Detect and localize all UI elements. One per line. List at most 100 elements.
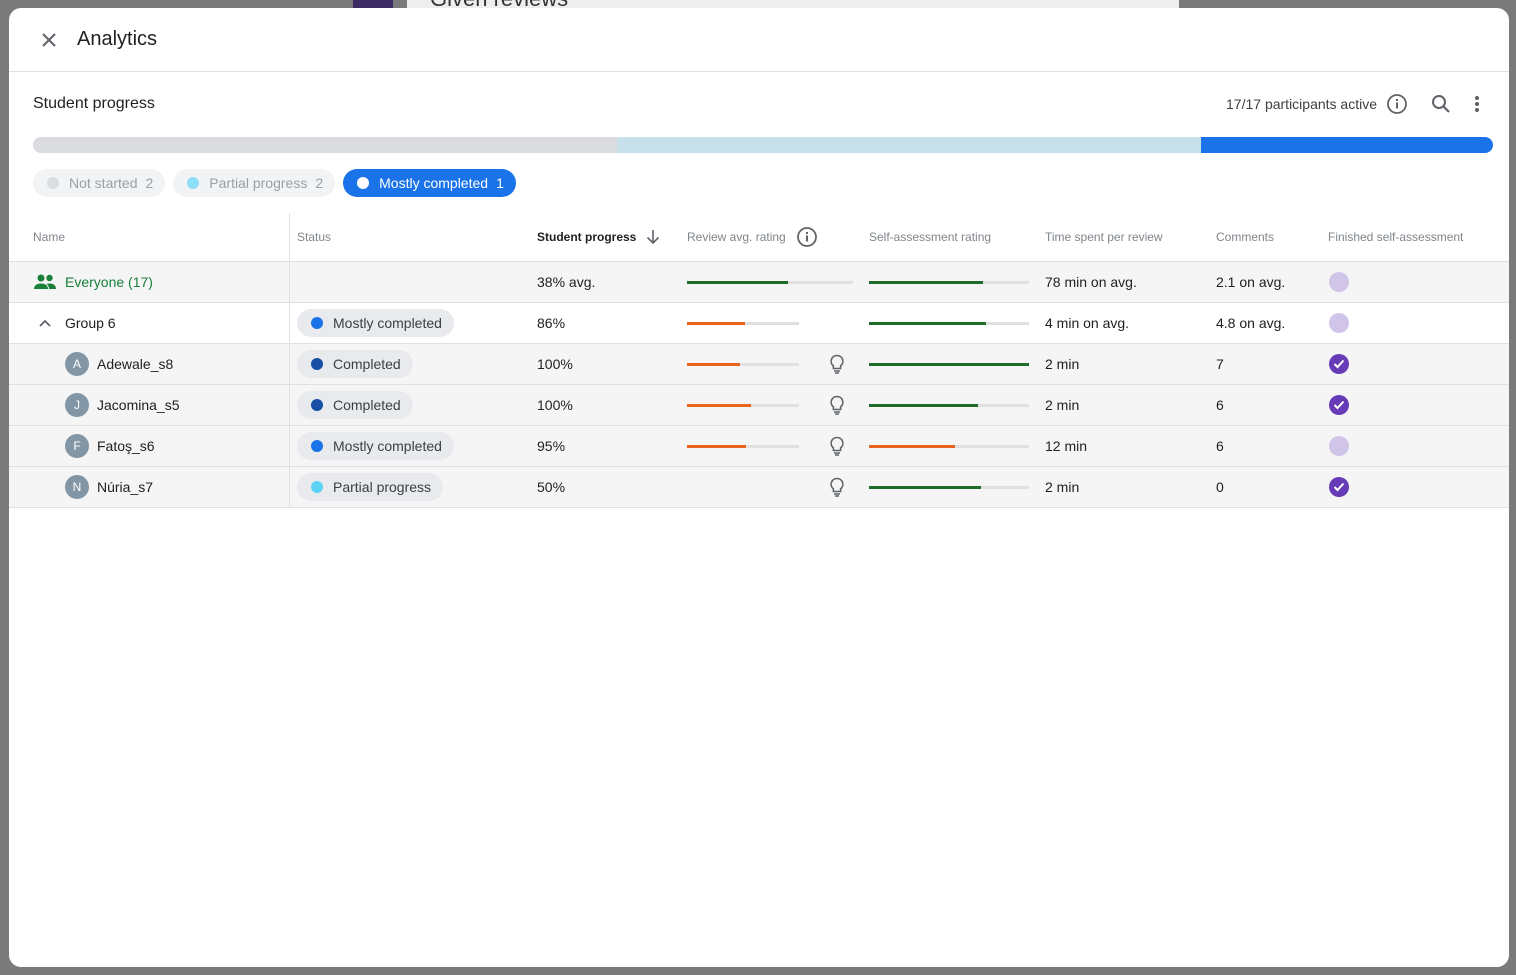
status-cell: Completed xyxy=(297,344,413,384)
status-cell: Partial progress xyxy=(297,467,444,507)
column-header-student-progress[interactable]: Student progress xyxy=(537,213,660,261)
status-dot xyxy=(47,177,59,189)
column-header-time-spent[interactable]: Time spent per review xyxy=(1045,213,1163,261)
student-progress-cell: 38% avg. xyxy=(537,274,596,290)
finished-cell xyxy=(1329,262,1349,302)
name-cell: A Adewale_s8 xyxy=(65,344,173,384)
lightbulb-icon[interactable] xyxy=(829,354,845,374)
progress-segment xyxy=(33,137,617,153)
student-name[interactable]: Adewale_s8 xyxy=(97,356,173,372)
review-rating-fill xyxy=(687,403,751,407)
table-row-group[interactable]: Group 6 Mostly completed 86% 4 min on av… xyxy=(9,303,1509,344)
lightbulb-icon[interactable] xyxy=(829,395,845,415)
name-cell: Everyone (17) xyxy=(33,262,153,302)
arrow-down-icon xyxy=(647,230,660,245)
self-rating-bar xyxy=(869,403,1029,407)
table-row-everyone[interactable]: Everyone (17) 38% avg. 78 min on avg. 2.… xyxy=(9,262,1509,303)
table-row-student[interactable]: J Jacomina_s5 Completed 100% 2 min 6 xyxy=(9,385,1509,426)
review-rating-bar xyxy=(687,444,799,448)
review-rating-cell xyxy=(687,262,853,302)
student-progress-cell: 95% xyxy=(537,438,566,454)
time-spent-cell: 2 min xyxy=(1045,397,1080,413)
column-header-review-avg-rating[interactable]: Review avg. rating xyxy=(687,213,818,261)
lightbulb-icon[interactable] xyxy=(829,436,845,456)
filter-chip-mostly-completed[interactable]: Mostly completed 1 xyxy=(343,169,516,197)
self-rating-cell xyxy=(869,344,1029,384)
self-rating-fill xyxy=(869,444,956,448)
comments-cell: 0 xyxy=(1216,479,1224,495)
self-rating-cell xyxy=(869,385,1029,425)
info-icon[interactable] xyxy=(1385,92,1409,116)
time-spent-cell: 2 min xyxy=(1045,479,1080,495)
filter-count: 1 xyxy=(496,175,504,191)
column-header-label: Review avg. rating xyxy=(687,230,786,244)
avatar: A xyxy=(65,352,89,376)
table-row-student[interactable]: F Fatoş_s6 Mostly completed 95% 12 min 6 xyxy=(9,426,1509,467)
table-row-student[interactable]: A Adewale_s8 Completed 100% 2 min 7 xyxy=(9,344,1509,385)
search-icon[interactable] xyxy=(1429,92,1453,116)
comments-cell: 4.8 on avg. xyxy=(1216,315,1286,331)
dialog-header: Analytics xyxy=(9,8,1509,72)
self-rating-fill xyxy=(869,403,978,407)
info-icon[interactable] xyxy=(796,226,818,248)
comments-cell: 6 xyxy=(1216,438,1224,454)
self-rating-bar xyxy=(869,321,1029,325)
close-icon xyxy=(42,32,56,47)
more-vert-icon[interactable] xyxy=(1465,92,1489,116)
not-finished-indicator xyxy=(1329,313,1349,333)
not-finished-indicator xyxy=(1329,272,1349,292)
finished-cell xyxy=(1329,344,1349,384)
column-divider xyxy=(289,426,290,466)
finished-cell xyxy=(1329,385,1349,425)
check-circle-icon xyxy=(1329,354,1349,374)
close-button[interactable] xyxy=(37,28,61,52)
table-header: Name Status Student progress Review avg.… xyxy=(9,213,1509,262)
student-progress-cell: 100% xyxy=(537,356,573,372)
people-icon xyxy=(34,274,56,289)
status-cell: Completed xyxy=(297,385,413,425)
status-badge: Completed xyxy=(297,350,413,378)
self-rating-bar xyxy=(869,280,1029,284)
name-cell: J Jacomina_s5 xyxy=(65,385,180,425)
time-spent-cell: 78 min on avg. xyxy=(1045,274,1137,290)
avatar: N xyxy=(65,475,89,499)
status-badge: Completed xyxy=(297,391,413,419)
review-rating-bar xyxy=(687,362,799,366)
filter-chip-not-started[interactable]: Not started 2 xyxy=(33,169,166,197)
lightbulb-icon[interactable] xyxy=(829,477,845,497)
column-divider xyxy=(289,385,290,425)
progress-segment xyxy=(617,137,1201,153)
column-header-name[interactable]: Name xyxy=(33,213,65,261)
participants-active-text: 17/17 participants active xyxy=(1226,96,1377,112)
self-rating-fill xyxy=(869,362,1029,366)
everyone-label: Everyone (17) xyxy=(65,274,153,290)
filter-label: Not started xyxy=(69,175,138,191)
dialog-title: Analytics xyxy=(77,28,158,50)
column-header-self-assessment-rating[interactable]: Self-assessment rating xyxy=(869,213,991,261)
student-name[interactable]: Jacomina_s5 xyxy=(97,397,180,413)
status-dot xyxy=(311,358,323,370)
review-rating-fill xyxy=(687,321,746,325)
review-rating-fill xyxy=(687,444,747,448)
review-rating-bar xyxy=(687,321,799,325)
table-row-student[interactable]: N Núria_s7 Partial progress 50% 2 min 0 xyxy=(9,467,1509,508)
status-badge: Partial progress xyxy=(297,473,444,501)
self-rating-bar xyxy=(869,444,1029,448)
student-name[interactable]: Fatoş_s6 xyxy=(97,438,155,454)
status-cell: Mostly completed xyxy=(297,303,454,343)
chevron-up-icon[interactable] xyxy=(37,315,53,331)
column-header-finished-self-assessment[interactable]: Finished self-assessment xyxy=(1328,213,1463,261)
status-badge: Mostly completed xyxy=(297,309,454,337)
time-spent-cell: 12 min xyxy=(1045,438,1088,454)
filter-count: 2 xyxy=(145,175,154,191)
filter-chip-partial-progress[interactable]: Partial progress 2 xyxy=(173,169,336,197)
column-divider xyxy=(289,303,290,343)
finished-cell xyxy=(1329,426,1349,466)
column-header-status[interactable]: Status xyxy=(297,213,331,261)
student-progress-cell: 100% xyxy=(537,397,573,413)
status-dot xyxy=(311,399,323,411)
header-tools: 17/17 participants active xyxy=(1226,92,1489,116)
student-name[interactable]: Núria_s7 xyxy=(97,479,153,495)
status-label: Completed xyxy=(333,397,401,413)
column-header-comments[interactable]: Comments xyxy=(1216,213,1274,261)
